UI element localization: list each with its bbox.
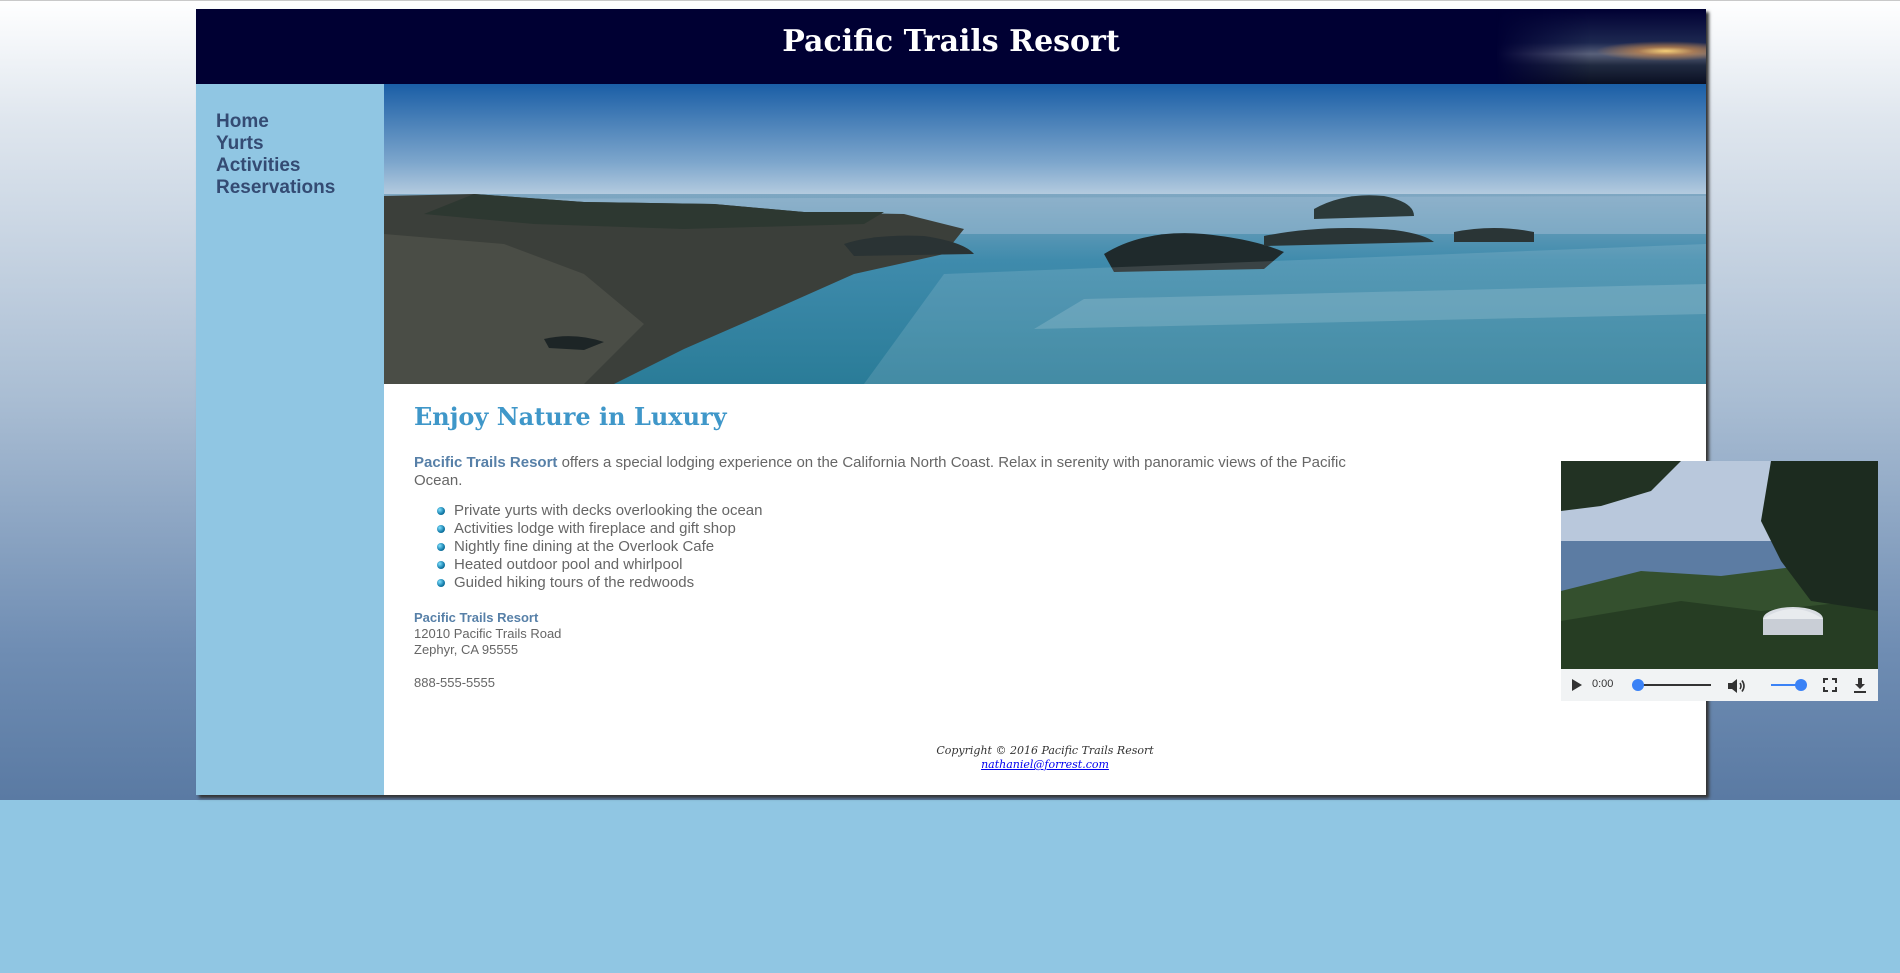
progress-thumb[interactable] [1632,679,1644,691]
list-bullet-icon [437,543,445,551]
volume-thumb[interactable] [1795,679,1807,691]
page-wrapper: Pacific Trails Resort Home Yurts Activit… [196,9,1878,795]
list-item: Nightly fine dining at the Overlook Cafe [437,538,763,556]
feature-text: Private yurts with decks overlooking the… [454,502,763,519]
nav-link-activities[interactable]: Activities [216,155,300,176]
nav-item-reservations: Reservations [216,177,335,199]
download-icon[interactable] [1853,677,1867,693]
intro-brand: Pacific Trails Resort [414,454,558,471]
site-title: Pacific Trails Resort [782,24,1120,59]
video-player[interactable]: 0:00 [1561,461,1878,701]
intro-paragraph: Pacific Trails Resort offers a special l… [414,454,1349,490]
feature-text: Nightly fine dining at the Overlook Cafe [454,538,715,555]
feature-text: Activities lodge with fireplace and gift… [454,520,736,537]
page-heading: Enjoy Nature in Luxury [414,402,727,431]
list-bullet-icon [437,525,445,533]
site-header: Pacific Trails Resort [196,9,1706,84]
video-poster-art [1561,461,1878,669]
nav-link-reservations[interactable]: Reservations [216,177,335,198]
features-list: Private yurts with decks overlooking the… [414,502,763,592]
contact-phone: 888-555-5555 [414,675,495,690]
volume-icon[interactable] [1727,678,1747,694]
contact-name: Pacific Trails Resort [414,610,539,625]
nav-item-yurts: Yurts [216,133,335,155]
main-content: Enjoy Nature in Luxury Pacific Trails Re… [384,84,1878,795]
copyright-text: Copyright © 2016 Pacific Trails Resort [936,744,1154,757]
play-icon[interactable] [1572,679,1582,691]
list-bullet-icon [437,507,445,515]
nav-item-activities: Activities [216,155,335,177]
video-progress-slider[interactable] [1632,679,1711,691]
hero-image-art [384,84,1706,384]
video-frame[interactable] [1561,461,1878,669]
list-bullet-icon [437,579,445,587]
list-item: Activities lodge with fireplace and gift… [437,520,763,538]
page-background [0,800,1900,973]
list-item: Guided hiking tours of the redwoods [437,574,763,592]
nav-item-home: Home [216,111,335,133]
nav-link-home[interactable]: Home [216,111,269,132]
video-time: 0:00 [1592,678,1614,690]
contact-street: 12010 Pacific Trails Road [414,626,562,641]
contact-address: Pacific Trails Resort 12010 Pacific Trai… [414,610,561,658]
volume-slider[interactable] [1771,679,1807,691]
contact-city: Zephyr, CA 95555 [414,642,519,657]
footer-email-link[interactable]: nathaniel@forrest.com [981,758,1109,771]
list-bullet-icon [437,561,445,569]
main-nav: Home Yurts Activities Reservations [196,84,384,795]
feature-text: Guided hiking tours of the redwoods [454,574,695,591]
video-controls: 0:00 [1561,669,1878,701]
window-top-border [0,0,1900,1]
list-item: Heated outdoor pool and whirlpool [437,556,763,574]
list-item: Private yurts with decks overlooking the… [437,502,763,520]
site-footer: Copyright © 2016 Pacific Trails Resort n… [384,744,1706,772]
nav-link-yurts[interactable]: Yurts [216,133,264,154]
feature-text: Heated outdoor pool and whirlpool [454,556,683,573]
hero-coastline-image [384,84,1706,384]
fullscreen-icon[interactable] [1823,678,1837,692]
